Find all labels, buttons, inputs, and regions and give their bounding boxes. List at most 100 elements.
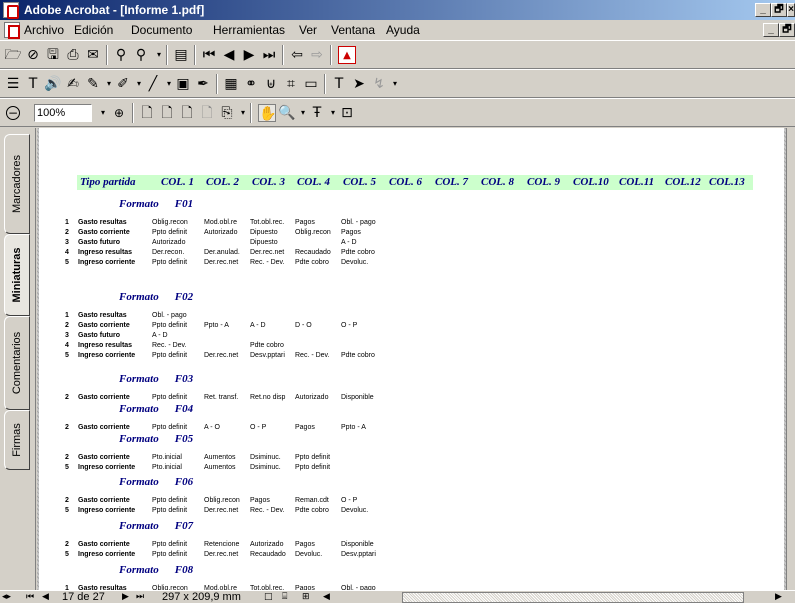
email-icon[interactable]: ✉ bbox=[84, 46, 102, 64]
minimize-button[interactable]: _ bbox=[755, 3, 771, 17]
form-icon[interactable]: ▣ bbox=[174, 75, 192, 93]
fit-page-icon[interactable]: 🗋 bbox=[158, 104, 176, 122]
row-category: Gasto corriente bbox=[78, 394, 130, 401]
type-icon[interactable]: T bbox=[330, 75, 348, 93]
sound-icon[interactable]: 🔊 bbox=[44, 75, 62, 93]
last-page-icon[interactable]: ⏭ bbox=[260, 46, 278, 64]
header-col: COL. 4 bbox=[297, 176, 330, 188]
page-layout-icon[interactable]: ◂▸ bbox=[2, 591, 11, 603]
restore-button[interactable]: 🗗 bbox=[771, 3, 787, 17]
formato-label: Formato bbox=[119, 403, 159, 415]
open-icon[interactable]: 🗁 bbox=[4, 46, 22, 64]
search-icon[interactable]: ⚲ bbox=[132, 46, 150, 64]
row-cell: Rec. - Dev. bbox=[250, 259, 285, 266]
tab-miniaturas-label: Miniaturas bbox=[11, 247, 23, 303]
page-indicator[interactable]: 17 de 27 bbox=[62, 591, 105, 603]
row-cell: Pagos bbox=[250, 497, 270, 504]
touchup-text-icon[interactable]: T bbox=[24, 75, 42, 93]
formato-label: Formato bbox=[119, 433, 159, 445]
text-select-icon[interactable]: ☰ bbox=[4, 75, 22, 93]
chevron-down-icon[interactable]: ▾ bbox=[386, 75, 404, 93]
tab-marcadores[interactable]: Marcadores bbox=[4, 134, 30, 234]
continuous-icon[interactable]: ⌸ bbox=[282, 591, 287, 603]
facing-pages-icon[interactable]: ⊞ bbox=[302, 591, 310, 603]
row-cell: Ppto definit bbox=[152, 541, 188, 548]
stamp-icon[interactable]: ✍ bbox=[64, 75, 82, 93]
print-icon[interactable]: ⎙ bbox=[64, 46, 82, 64]
next-page-icon[interactable]: ▶ bbox=[122, 591, 129, 603]
title-bar: Adobe Acrobat - [Informe 1.pdf] _ 🗗 × bbox=[0, 0, 795, 20]
doc-restore-button[interactable]: 🗗 bbox=[779, 23, 795, 37]
scroll-left-icon[interactable]: ◀ bbox=[323, 591, 330, 603]
vertical-scrollbar[interactable] bbox=[786, 128, 795, 590]
row-cell: Oblig.recon bbox=[204, 497, 240, 504]
adobe-logo-icon[interactable]: ▲ bbox=[338, 46, 356, 64]
menu-documento[interactable]: Documento bbox=[131, 23, 192, 37]
document-icon[interactable] bbox=[4, 22, 20, 39]
save-online-icon[interactable]: ⊘ bbox=[24, 46, 42, 64]
link-icon[interactable]: ⚭ bbox=[242, 75, 260, 93]
horizontal-scrollbar[interactable] bbox=[402, 592, 744, 603]
previous-page-icon[interactable]: ◀ bbox=[42, 591, 49, 603]
row-cell: Ppto definit bbox=[152, 497, 188, 504]
fit-visible-icon[interactable]: 🗋 bbox=[198, 104, 216, 122]
hand-tool-icon[interactable]: ✋ bbox=[258, 104, 276, 122]
row-cell: Ppto definit bbox=[152, 394, 188, 401]
row-cell: Aumentos bbox=[204, 464, 236, 471]
first-page-icon[interactable]: ⏮ bbox=[26, 591, 34, 603]
movie-icon[interactable]: ▦ bbox=[222, 75, 240, 93]
row-cell: A - D bbox=[152, 332, 168, 339]
zoom-in-icon[interactable]: ⊕ bbox=[110, 104, 128, 122]
row-category: Ingreso resultas bbox=[78, 249, 133, 256]
row-cell: Oblig.recon bbox=[295, 229, 331, 236]
previous-page-icon[interactable]: ◀ bbox=[220, 46, 238, 64]
doc-minimize-button[interactable]: _ bbox=[763, 23, 779, 37]
tab-firmas[interactable]: Firmas bbox=[4, 410, 30, 470]
pdf-page: Tipo partida COL. 1 COL. 2 COL. 3 COL. 4… bbox=[39, 128, 784, 590]
row-cell: Der.rec.net bbox=[204, 352, 239, 359]
fit-width-icon[interactable]: 🗋 bbox=[178, 104, 196, 122]
menu-ventana[interactable]: Ventana bbox=[331, 23, 375, 37]
crop-icon[interactable]: ⌗ bbox=[282, 75, 300, 93]
tab-miniaturas[interactable]: Miniaturas bbox=[4, 234, 30, 316]
menu-ayuda[interactable]: Ayuda bbox=[386, 23, 420, 37]
actual-size-icon[interactable]: 🗋 bbox=[138, 104, 156, 122]
status-bar: ◂▸ ⏮ ◀ 17 de 27 ▶ ⏭ 297 x 209,9 mm □ ⌸ ⊞… bbox=[0, 590, 795, 603]
graphics-select-icon[interactable]: ⊡ bbox=[338, 104, 356, 122]
go-forward-icon[interactable]: ⇨ bbox=[308, 46, 326, 64]
cursor-icon[interactable]: ➤ bbox=[350, 75, 368, 93]
close-button[interactable]: × bbox=[787, 3, 795, 17]
zoom-out-icon[interactable]: − bbox=[6, 106, 20, 120]
signature-icon[interactable]: ✒ bbox=[194, 75, 212, 93]
next-page-icon[interactable]: ▶ bbox=[240, 46, 258, 64]
article-icon[interactable]: ⊎ bbox=[262, 75, 280, 93]
acrobat-app-icon[interactable] bbox=[3, 2, 19, 19]
tab-comentarios[interactable]: Comentarios bbox=[4, 316, 30, 410]
header-tipo-partida: Tipo partida bbox=[80, 176, 136, 188]
row-cell: Dsiminuc. bbox=[250, 464, 281, 471]
document-view[interactable]: Tipo partida COL. 1 COL. 2 COL. 3 COL. 4… bbox=[37, 128, 786, 590]
row-cell: Pdte cobro bbox=[250, 342, 284, 349]
menu-herramientas[interactable]: Herramientas bbox=[213, 23, 285, 37]
last-page-icon[interactable]: ⏭ bbox=[136, 591, 144, 603]
scroll-right-icon[interactable]: ▶ bbox=[775, 591, 782, 603]
menu-archivo[interactable]: Archivo bbox=[24, 23, 64, 37]
window-title: Adobe Acrobat - [Informe 1.pdf] bbox=[24, 3, 205, 17]
formato-code: F03 bbox=[174, 373, 194, 385]
single-page-icon[interactable]: □ bbox=[264, 591, 273, 603]
save-icon[interactable]: 🖫 bbox=[44, 46, 62, 64]
go-back-icon[interactable]: ⇦ bbox=[288, 46, 306, 64]
thread-icon[interactable]: ▭ bbox=[302, 75, 320, 93]
navigation-pane-icon[interactable]: ▤ bbox=[172, 46, 190, 64]
menu-ver[interactable]: Ver bbox=[299, 23, 317, 37]
row-cell: Ppto - A bbox=[204, 322, 229, 329]
find-icon[interactable]: ⚲ bbox=[112, 46, 130, 64]
first-page-icon[interactable]: ⏮ bbox=[200, 46, 218, 64]
zoom-input[interactable]: 100% bbox=[34, 104, 92, 122]
row-cell: Der.rec.net bbox=[204, 259, 239, 266]
row-cell: Devoluc. bbox=[295, 551, 323, 558]
menu-edicion[interactable]: Edición bbox=[74, 23, 113, 37]
row-cell: A - D bbox=[341, 239, 357, 246]
formato-code: F04 bbox=[174, 403, 194, 415]
row-cell: Obl. - pago bbox=[152, 312, 187, 319]
